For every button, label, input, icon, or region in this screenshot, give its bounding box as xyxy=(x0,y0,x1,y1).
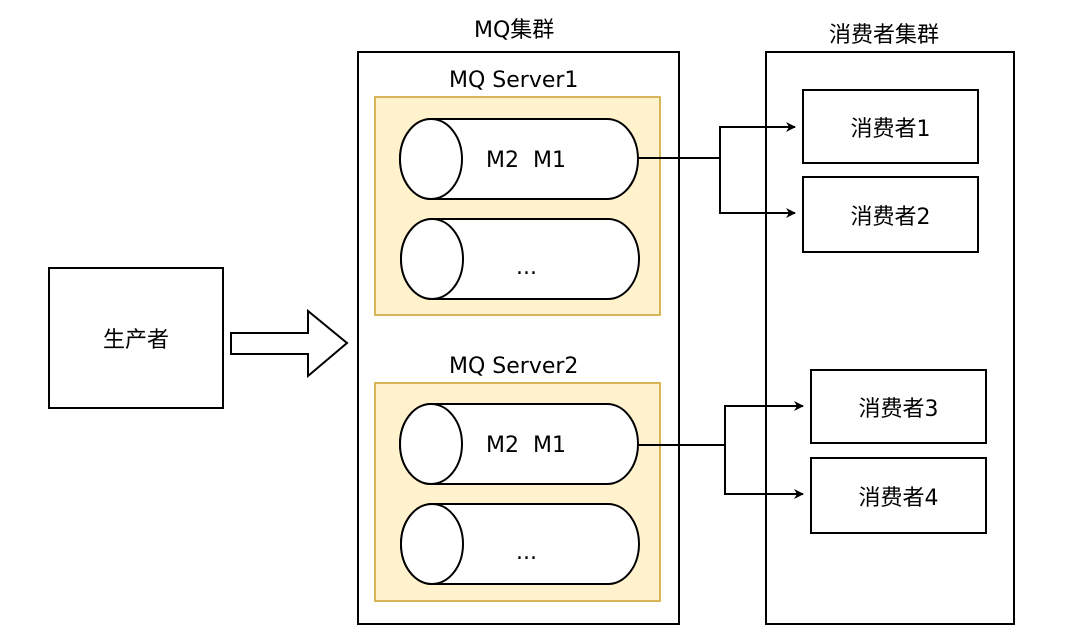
consumer-cluster-title: 消费者集群 xyxy=(829,23,940,48)
consumer-box-4: 消费者4 xyxy=(810,457,987,534)
queue-label: M2 M1 xyxy=(486,433,566,458)
mq-server2-title: MQ Server2 xyxy=(449,354,579,379)
producer-flow-arrow xyxy=(230,308,349,379)
consumer-box-2: 消费者2 xyxy=(802,176,979,253)
queue-label: ... xyxy=(516,255,537,280)
consumer-box-1: 消费者1 xyxy=(802,89,979,164)
mq-cluster-title: MQ集群 xyxy=(474,18,555,43)
producer-box: 生产者 xyxy=(48,267,224,409)
queue-label: ... xyxy=(516,540,537,565)
consumer-box-3: 消费者3 xyxy=(810,369,987,444)
mq-server1-title: MQ Server1 xyxy=(449,68,579,93)
queue-label: M2 M1 xyxy=(486,148,566,173)
